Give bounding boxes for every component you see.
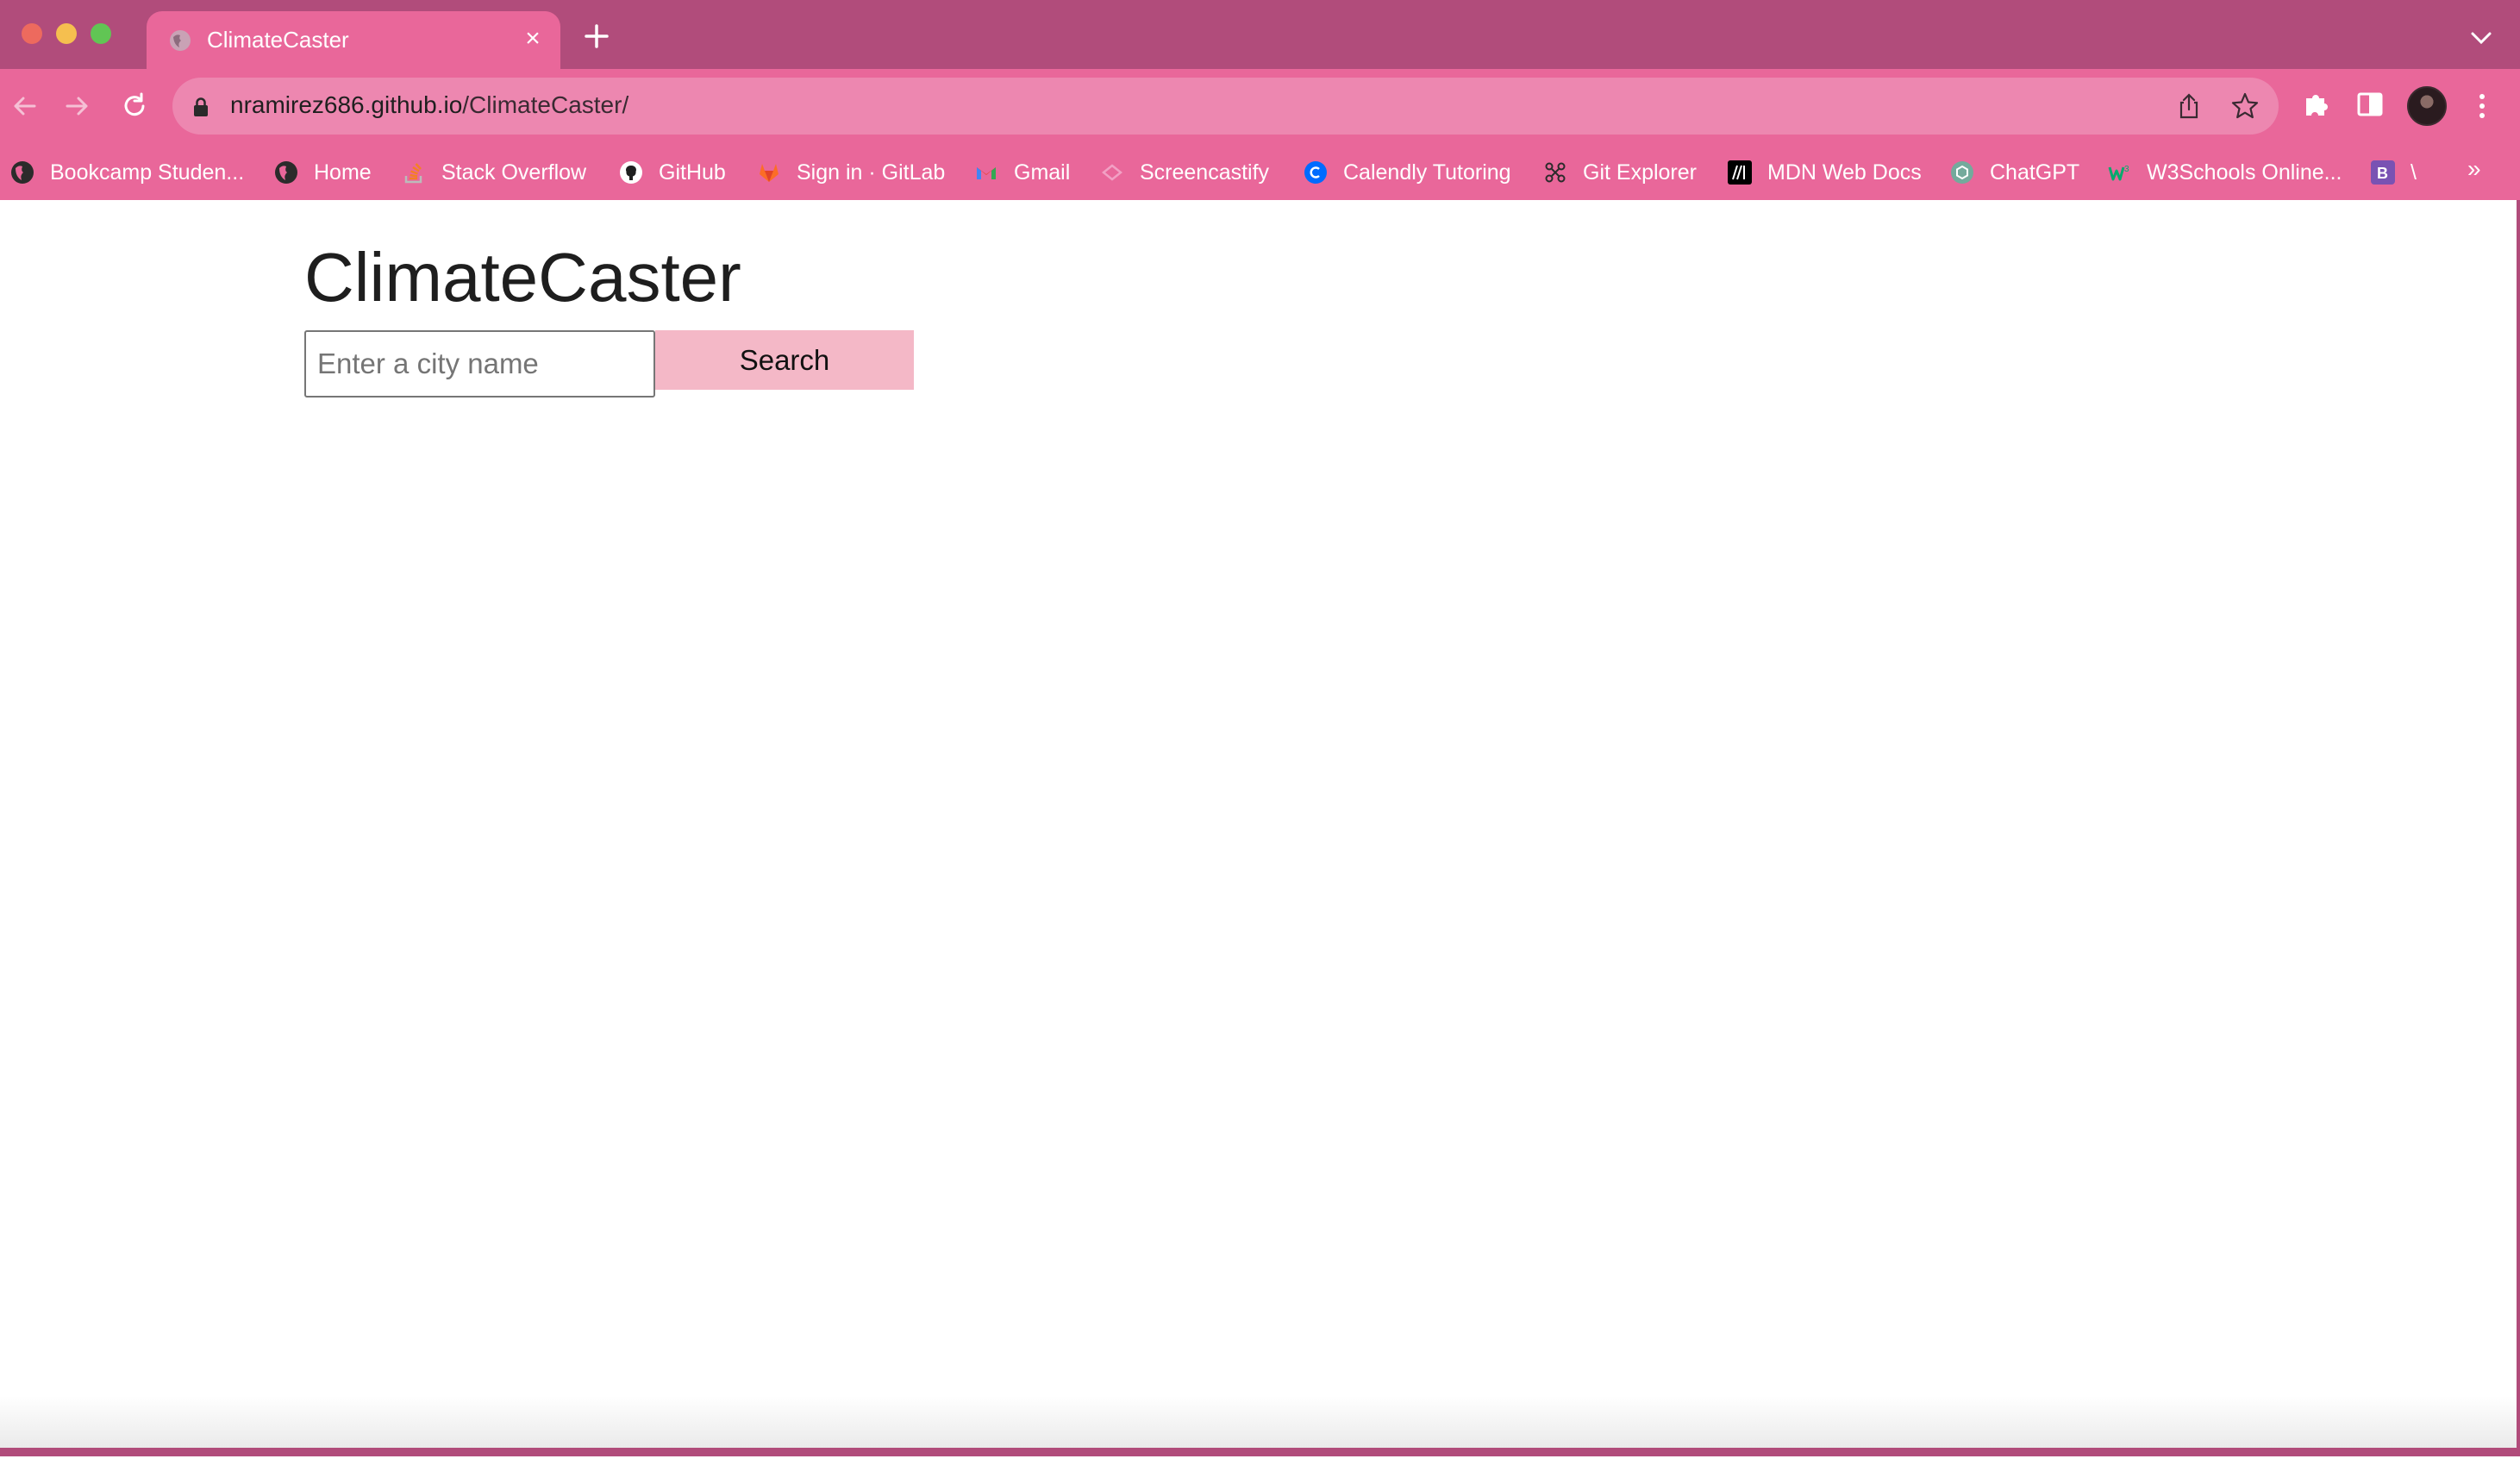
calendly-icon bbox=[1304, 161, 1327, 184]
url-path: /ClimateCaster/ bbox=[462, 91, 629, 118]
screencastify-icon bbox=[1101, 164, 1123, 181]
chatgpt-icon bbox=[1951, 161, 1973, 184]
back-icon[interactable] bbox=[5, 86, 45, 126]
chevron-down-icon[interactable] bbox=[2464, 26, 2498, 52]
page-viewport: ClimateCaster Search bbox=[0, 200, 2520, 1456]
share-icon[interactable] bbox=[2173, 91, 2204, 122]
browser-tab[interactable]: ClimateCaster × bbox=[147, 11, 560, 69]
browser-toolbar: nramirez686.github.io/ClimateCaster/ bbox=[0, 69, 2520, 143]
zoom-window-button[interactable] bbox=[91, 23, 111, 44]
extensions-icon[interactable] bbox=[2298, 86, 2334, 122]
page-title: ClimateCaster bbox=[304, 239, 741, 316]
svg-text:3: 3 bbox=[2124, 165, 2129, 174]
url-host: nramirez686.github.io bbox=[230, 91, 463, 118]
minimize-window-button[interactable] bbox=[56, 23, 77, 44]
window-bottom-edge bbox=[0, 1448, 2520, 1456]
profile-avatar[interactable] bbox=[2407, 86, 2447, 126]
bookmarks-bar: Bookcamp Studen... Home Stack Overflow G… bbox=[0, 143, 2520, 200]
mdn-icon bbox=[1728, 160, 1752, 185]
globe-icon bbox=[170, 30, 191, 51]
w3schools-icon: 3 bbox=[2108, 165, 2129, 181]
svg-text:B: B bbox=[2377, 165, 2388, 182]
new-tab-button[interactable] bbox=[579, 19, 614, 53]
close-window-button[interactable] bbox=[22, 23, 42, 44]
reload-icon[interactable] bbox=[115, 86, 154, 126]
tab-title: ClimateCaster bbox=[207, 27, 349, 53]
globe-icon bbox=[275, 161, 297, 184]
close-icon[interactable]: × bbox=[517, 23, 548, 54]
city-search-input[interactable] bbox=[304, 330, 655, 398]
stackoverflow-icon bbox=[404, 163, 422, 184]
lock-icon[interactable] bbox=[191, 96, 210, 118]
bottom-shadow bbox=[0, 1396, 2520, 1448]
gitlab-icon bbox=[760, 164, 779, 182]
side-panel-icon[interactable] bbox=[2352, 86, 2388, 122]
git-explorer-icon bbox=[1545, 162, 1566, 183]
address-bar[interactable]: nramirez686.github.io/ClimateCaster/ bbox=[172, 78, 2279, 135]
tab-strip: ClimateCaster × bbox=[0, 0, 2520, 69]
gmail-icon bbox=[977, 167, 996, 179]
more-menu-icon[interactable] bbox=[2467, 86, 2497, 126]
star-icon[interactable] bbox=[2229, 90, 2261, 122]
window-right-edge bbox=[2517, 200, 2520, 1456]
bookmarks-overflow-button[interactable]: » bbox=[2467, 155, 2481, 183]
search-button[interactable]: Search bbox=[655, 330, 914, 390]
globe-icon bbox=[11, 161, 34, 184]
url-text[interactable]: nramirez686.github.io/ClimateCaster/ bbox=[230, 91, 628, 119]
github-icon bbox=[620, 161, 642, 184]
forward-icon[interactable] bbox=[57, 86, 97, 126]
bootstrap-icon: B bbox=[2371, 160, 2395, 185]
